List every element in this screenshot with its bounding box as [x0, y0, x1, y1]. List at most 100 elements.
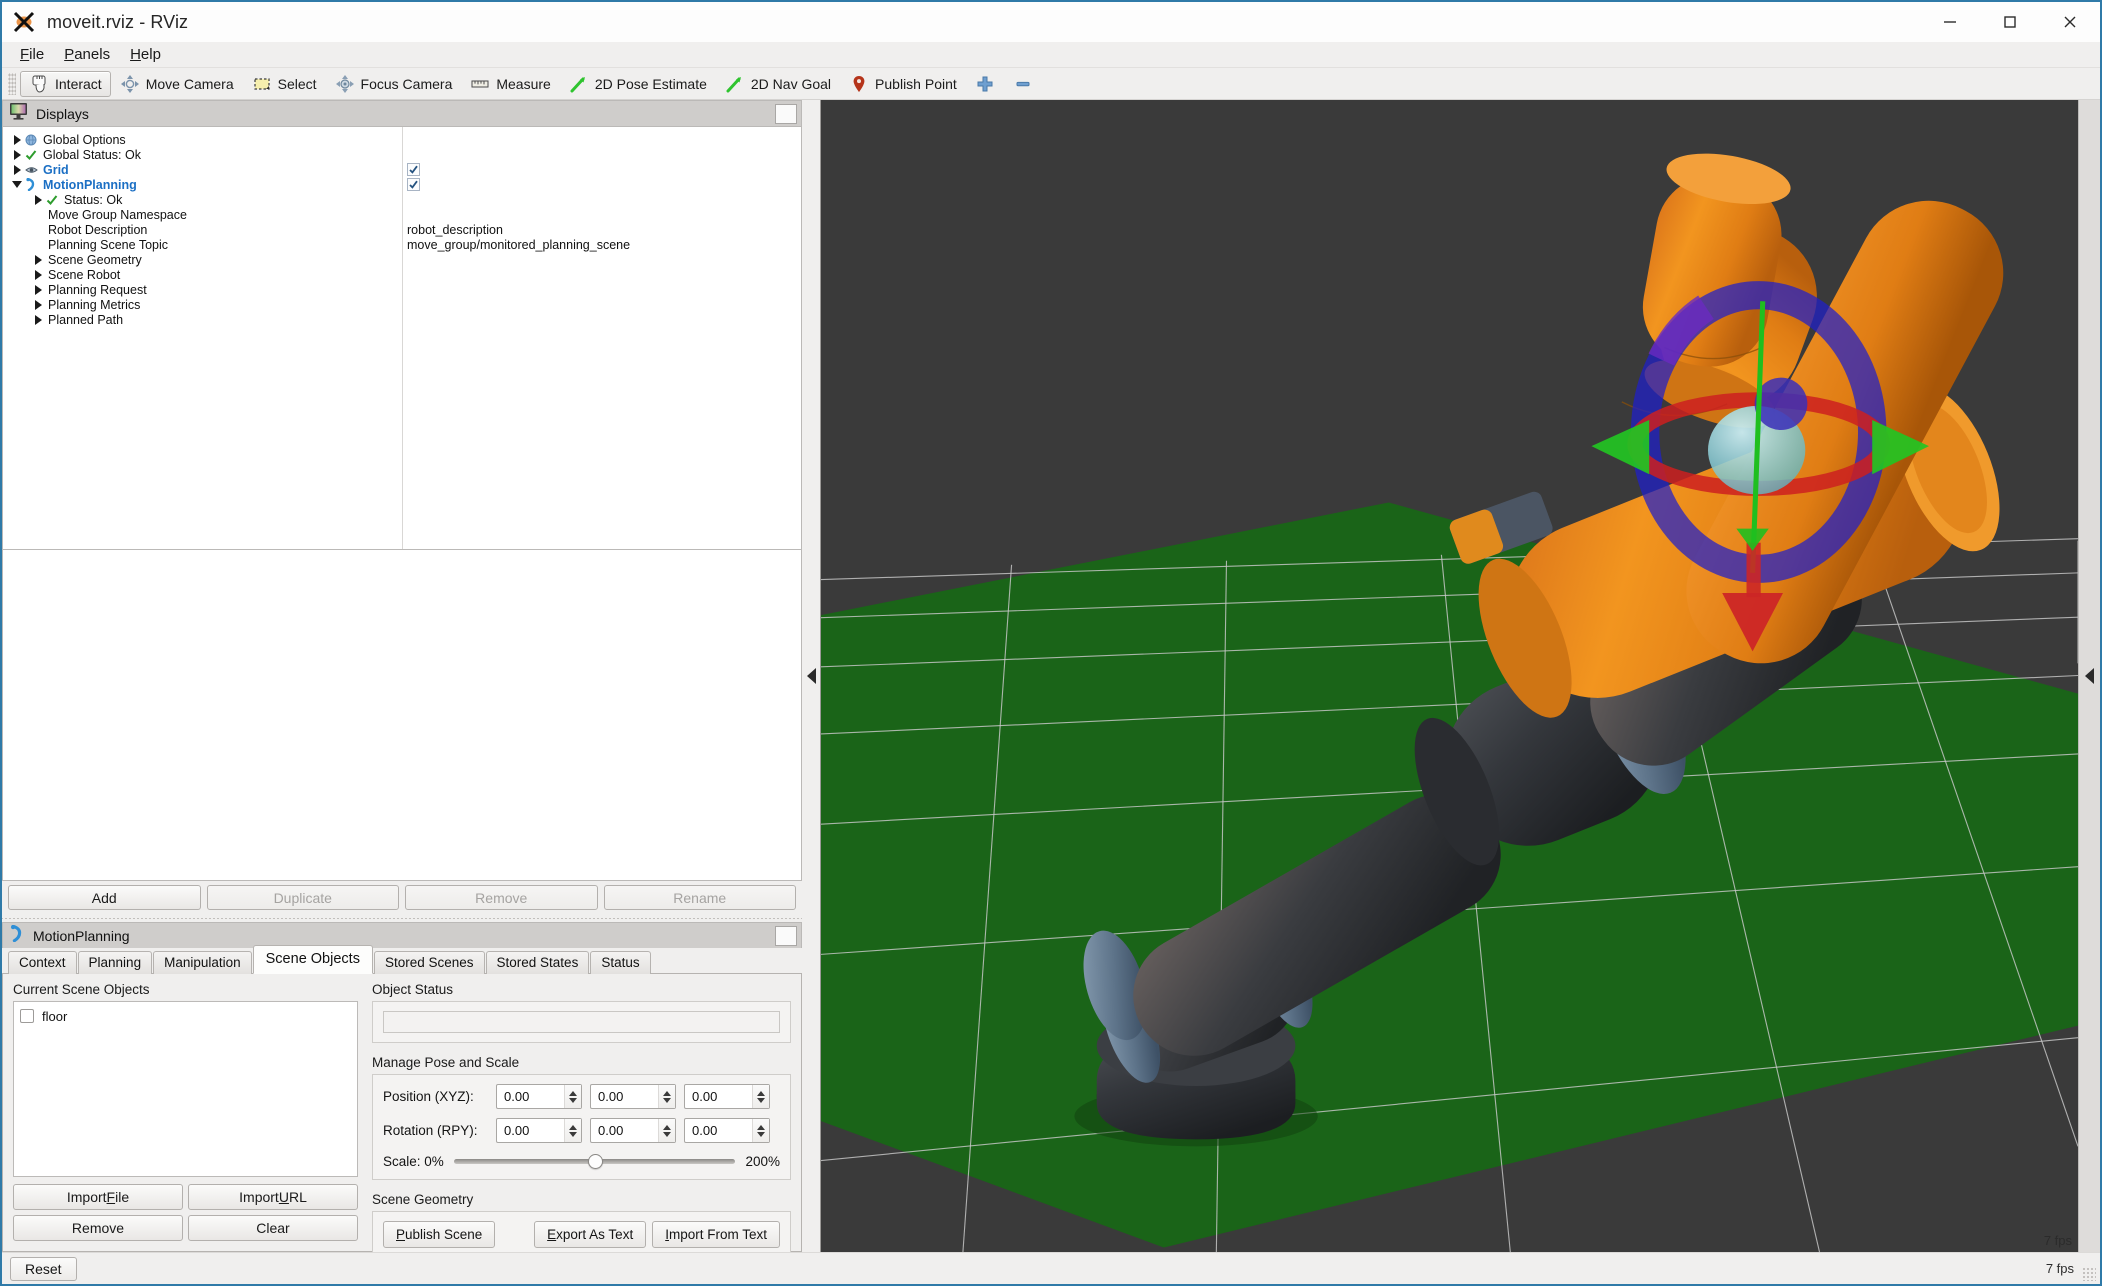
- list-item[interactable]: floor: [20, 1007, 351, 1025]
- spin-down-icon[interactable]: [569, 1097, 577, 1103]
- tab-context[interactable]: Context: [8, 951, 77, 974]
- close-button[interactable]: [2040, 2, 2100, 42]
- tab-stored-scenes[interactable]: Stored Scenes: [373, 951, 485, 974]
- value-row-grid-enabled[interactable]: [403, 162, 801, 177]
- rotation-yaw-value[interactable]: 0.00: [685, 1123, 752, 1138]
- tree-item-planned-path[interactable]: Planned Path: [3, 312, 402, 327]
- spin-up-icon[interactable]: [663, 1124, 671, 1130]
- position-z-spin-buttons[interactable]: [752, 1085, 769, 1108]
- tree-item-planning-scene-topic[interactable]: Planning Scene Topic: [3, 237, 402, 252]
- spin-down-icon[interactable]: [757, 1097, 765, 1103]
- tab-planning[interactable]: Planning: [77, 951, 153, 974]
- position-x-spin-buttons[interactable]: [564, 1085, 581, 1108]
- collapse-left-arrow-icon[interactable]: [2085, 668, 2094, 684]
- chevron-right-icon[interactable]: [32, 194, 44, 206]
- tool-interact[interactable]: Interact: [20, 70, 111, 97]
- spin-up-icon[interactable]: [757, 1090, 765, 1096]
- tree-item-global-options[interactable]: Global Options: [3, 132, 402, 147]
- chevron-right-icon[interactable]: [32, 254, 44, 266]
- value-row-robot-description[interactable]: robot_description: [403, 222, 801, 237]
- tab-status[interactable]: Status: [590, 951, 651, 974]
- menu-panels[interactable]: Panels: [54, 44, 120, 65]
- rotation-roll-spin-buttons[interactable]: [564, 1119, 581, 1142]
- duplicate-display-button[interactable]: Duplicate: [206, 885, 399, 910]
- tree-item-robot-description[interactable]: Robot Description: [3, 222, 402, 237]
- tree-item-grid[interactable]: Grid: [3, 162, 402, 177]
- tool-select[interactable]: Select: [243, 71, 326, 97]
- spin-up-icon[interactable]: [569, 1090, 577, 1096]
- rename-display-button[interactable]: Rename: [603, 885, 796, 910]
- grid-enabled-checkbox[interactable]: [407, 163, 420, 176]
- spin-up-icon[interactable]: [757, 1124, 765, 1130]
- rotation-roll-value[interactable]: 0.00: [497, 1123, 564, 1138]
- chevron-right-icon[interactable]: [32, 284, 44, 296]
- tree-item-planning-metrics[interactable]: Planning Metrics: [3, 297, 402, 312]
- remove-object-button[interactable]: Remove: [13, 1215, 183, 1241]
- menu-help[interactable]: Help: [120, 44, 171, 65]
- tool-measure[interactable]: Measure: [461, 71, 559, 97]
- scene-objects-list[interactable]: floor: [13, 1001, 358, 1177]
- position-x-value[interactable]: 0.00: [497, 1089, 564, 1104]
- resize-grip[interactable]: [2082, 1267, 2096, 1281]
- spin-down-icon[interactable]: [663, 1097, 671, 1103]
- import-from-text-button[interactable]: Import From Text: [652, 1221, 780, 1248]
- collapse-left-arrow-icon[interactable]: [806, 668, 816, 684]
- tab-stored-states[interactable]: Stored States: [485, 951, 590, 974]
- scale-slider-knob[interactable]: [587, 1153, 603, 1169]
- remove-display-button[interactable]: Remove: [405, 885, 598, 910]
- tree-item-scene-geometry[interactable]: Scene Geometry: [3, 252, 402, 267]
- tool-2d-nav-goal[interactable]: 2D Nav Goal: [716, 71, 840, 97]
- spin-down-icon[interactable]: [757, 1131, 765, 1137]
- position-z-stepper[interactable]: 0.00: [684, 1084, 770, 1109]
- rotation-pitch-stepper[interactable]: 0.00: [590, 1118, 676, 1143]
- value-row-planning-scene-topic[interactable]: move_group/monitored_planning_scene: [403, 237, 801, 252]
- export-as-text-button[interactable]: Export As Text: [534, 1221, 647, 1248]
- tab-manipulation[interactable]: Manipulation: [153, 951, 252, 974]
- position-x-stepper[interactable]: 0.00: [496, 1084, 582, 1109]
- displays-float-button[interactable]: [775, 103, 797, 124]
- dock-splitter[interactable]: [802, 100, 820, 1252]
- tree-item-planning-request[interactable]: Planning Request: [3, 282, 402, 297]
- add-display-button[interactable]: Add: [8, 885, 201, 910]
- publish-scene-button[interactable]: Publish Scene: [383, 1221, 496, 1248]
- chevron-right-icon[interactable]: [11, 149, 23, 161]
- tab-scene-objects[interactable]: Scene Objects: [252, 945, 373, 974]
- object-checkbox[interactable]: [20, 1009, 34, 1023]
- clear-objects-button[interactable]: Clear: [188, 1215, 358, 1241]
- import-file-button[interactable]: Import File: [13, 1184, 183, 1210]
- position-z-value[interactable]: 0.00: [685, 1089, 752, 1104]
- minimize-button[interactable]: [1920, 2, 1980, 42]
- value-row-motionplanning-enabled[interactable]: [403, 177, 801, 192]
- motionplanning-enabled-checkbox[interactable]: [407, 178, 420, 191]
- menu-file[interactable]: File: [10, 44, 54, 65]
- position-y-value[interactable]: 0.00: [591, 1089, 658, 1104]
- rotation-yaw-spin-buttons[interactable]: [752, 1119, 769, 1142]
- tool-focus-camera[interactable]: Focus Camera: [326, 71, 462, 97]
- chevron-right-icon[interactable]: [32, 314, 44, 326]
- panel-splitter-handle[interactable]: [2, 915, 802, 922]
- chevron-right-icon[interactable]: [11, 134, 23, 146]
- tool-publish-point[interactable]: Publish Point: [840, 71, 966, 97]
- scale-slider[interactable]: [453, 1152, 736, 1170]
- tool-2d-pose-estimate[interactable]: 2D Pose Estimate: [560, 71, 716, 97]
- tool-remove[interactable]: [1004, 71, 1042, 97]
- import-url-button[interactable]: Import U RL: [188, 1184, 358, 1210]
- rotation-pitch-value[interactable]: 0.00: [591, 1123, 658, 1138]
- position-y-spin-buttons[interactable]: [658, 1085, 675, 1108]
- chevron-right-icon[interactable]: [32, 299, 44, 311]
- right-dock-collapse-strip[interactable]: [2078, 100, 2100, 1252]
- 3d-viewport[interactable]: 7 fps: [820, 100, 2078, 1252]
- spin-up-icon[interactable]: [663, 1090, 671, 1096]
- tree-item-move-group-namespace[interactable]: Move Group Namespace: [3, 207, 402, 222]
- spin-up-icon[interactable]: [569, 1124, 577, 1130]
- rotation-yaw-stepper[interactable]: 0.00: [684, 1118, 770, 1143]
- tree-item-scene-robot[interactable]: Scene Robot: [3, 267, 402, 282]
- position-y-stepper[interactable]: 0.00: [590, 1084, 676, 1109]
- chevron-down-icon[interactable]: [11, 179, 23, 191]
- tree-item-motionplanning[interactable]: MotionPlanning: [3, 177, 402, 192]
- spin-down-icon[interactable]: [663, 1131, 671, 1137]
- tree-item-global-status[interactable]: Global Status: Ok: [3, 147, 402, 162]
- chevron-right-icon[interactable]: [11, 164, 23, 176]
- chevron-right-icon[interactable]: [32, 269, 44, 281]
- motionplanning-float-button[interactable]: [775, 925, 797, 946]
